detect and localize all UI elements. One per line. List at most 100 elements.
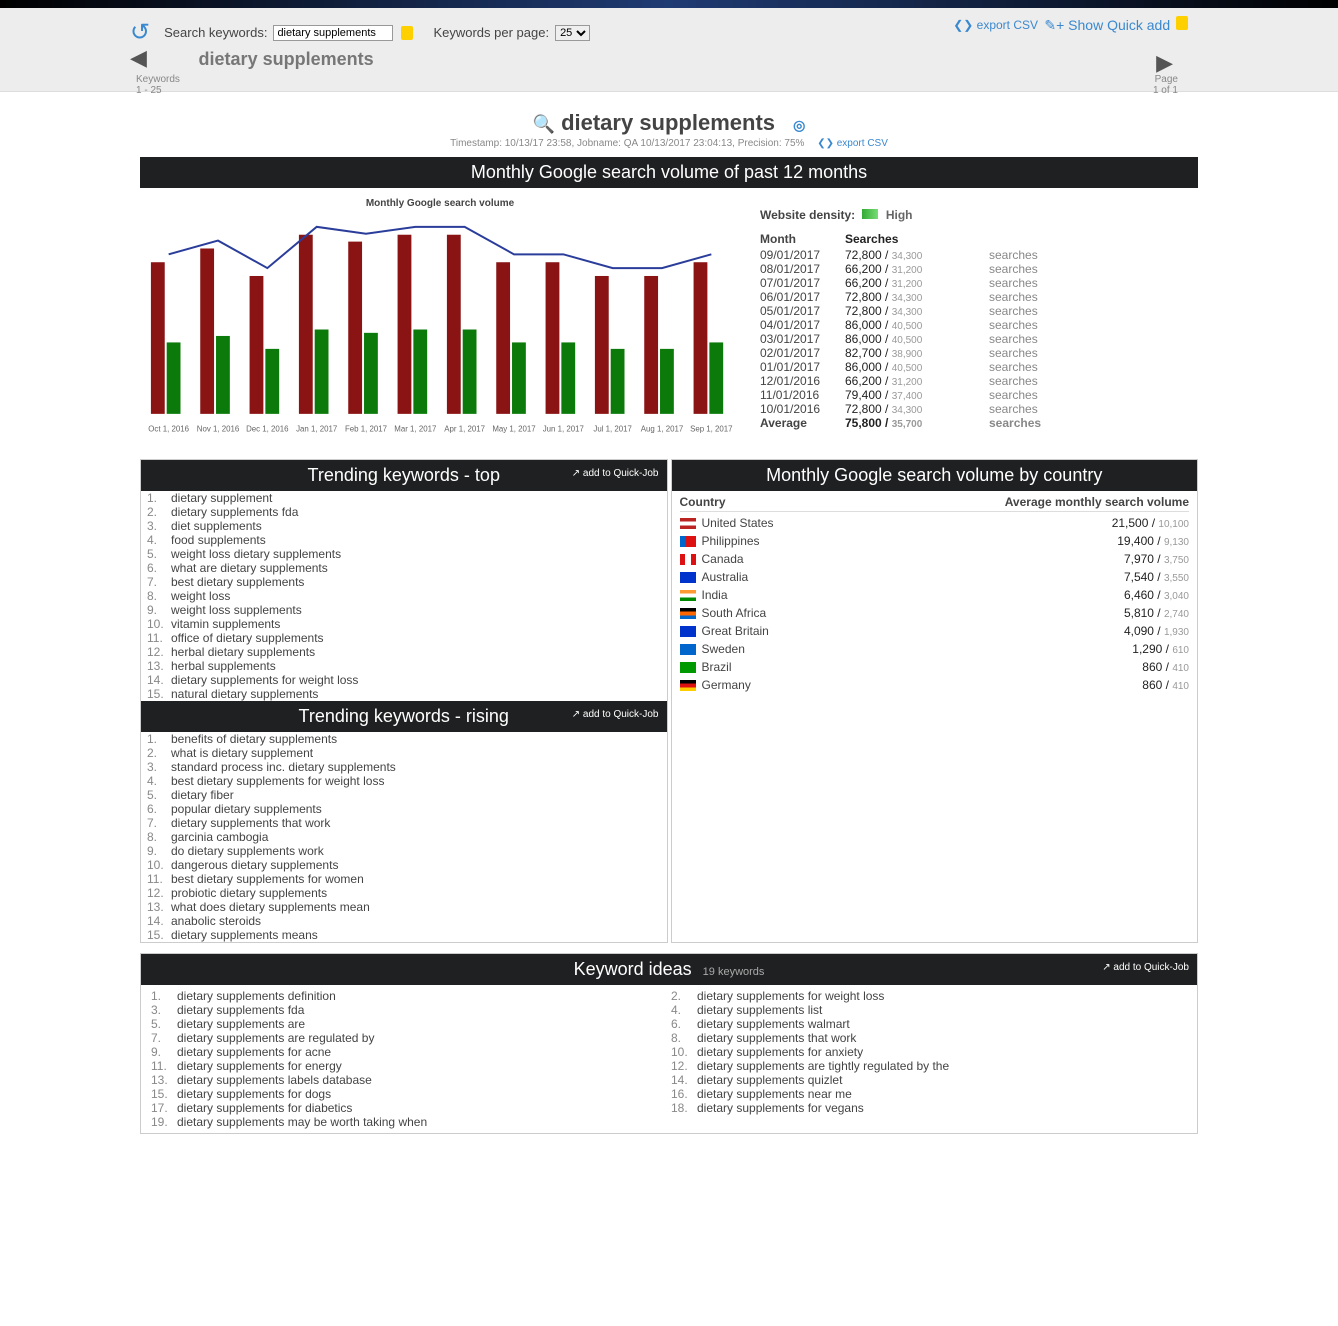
list-item[interactable]: 4.dietary supplements list: [669, 1003, 1189, 1017]
month-row: 12/01/201666,200 / 31,200searches: [760, 374, 1198, 388]
svg-text:Jun 1, 2017: Jun 1, 2017: [543, 425, 584, 434]
flag-icon: [680, 608, 696, 619]
detail-export-link[interactable]: ❮❯ export CSV: [817, 138, 888, 149]
list-item[interactable]: 2.dietary supplements for weight loss: [669, 989, 1189, 1003]
list-item[interactable]: 8.dietary supplements that work: [669, 1031, 1189, 1045]
svg-text:Aug 1, 2017: Aug 1, 2017: [641, 425, 683, 434]
keyword-title: dietary supplements: [199, 49, 374, 69]
perpage-label: Keywords per page:: [433, 25, 549, 40]
list-item[interactable]: 7.best dietary supplements: [141, 575, 667, 589]
list-item[interactable]: 10.dietary supplements for anxiety: [669, 1045, 1189, 1059]
trend-rising-list[interactable]: 1.benefits of dietary supplements2.what …: [141, 732, 667, 942]
svg-text:May 1, 2017: May 1, 2017: [492, 425, 535, 434]
list-item[interactable]: 14.anabolic steroids: [141, 914, 667, 928]
perpage-select[interactable]: 25: [555, 25, 590, 41]
list-item[interactable]: 13.what does dietary supplements mean: [141, 900, 667, 914]
list-item[interactable]: 3.standard process inc. dietary suppleme…: [141, 760, 667, 774]
target-icon[interactable]: ◎: [793, 117, 805, 133]
list-item[interactable]: 2.what is dietary supplement: [141, 746, 667, 760]
list-item[interactable]: 10.dangerous dietary supplements: [141, 858, 667, 872]
add-quickjob-rising[interactable]: ↗ add to Quick-Job: [572, 709, 659, 720]
flag-icon: [680, 572, 696, 583]
list-item[interactable]: 1.dietary supplement: [141, 491, 667, 505]
list-item[interactable]: 19.dietary supplements may be worth taki…: [149, 1115, 669, 1129]
list-item[interactable]: 1.benefits of dietary supplements: [141, 732, 667, 746]
country-row: South Africa5,810 / 2,740: [680, 604, 1190, 622]
share-icon: ❮❯: [817, 138, 837, 149]
list-item[interactable]: 3.diet supplements: [141, 519, 667, 533]
svg-text:Feb 1, 2017: Feb 1, 2017: [345, 425, 387, 434]
list-item[interactable]: 15.natural dietary supplements: [141, 687, 667, 701]
list-item[interactable]: 4.best dietary supplements for weight lo…: [141, 774, 667, 788]
list-item[interactable]: 5.weight loss dietary supplements: [141, 547, 667, 561]
month-row: 10/01/201672,800 / 34,300searches: [760, 402, 1198, 416]
list-item[interactable]: 13.dietary supplements labels database: [149, 1073, 669, 1087]
magnify-icon: [533, 110, 561, 135]
list-item[interactable]: 7.dietary supplements that work: [141, 816, 667, 830]
list-item[interactable]: 9.dietary supplements for acne: [149, 1045, 669, 1059]
flag-icon: [680, 536, 696, 547]
list-item[interactable]: 4.food supplements: [141, 533, 667, 547]
col-month: Month: [760, 232, 845, 246]
col-avg-volume: Average monthly search volume: [1005, 495, 1189, 509]
flag-icon: [680, 554, 696, 565]
page-count: Page 1 of 1: [1153, 74, 1178, 96]
list-item[interactable]: 5.dietary fiber: [141, 788, 667, 802]
density-label: Website density:: [760, 208, 855, 222]
list-item[interactable]: 11.best dietary supplements for women: [141, 872, 667, 886]
list-item[interactable]: 12.herbal dietary supplements: [141, 645, 667, 659]
list-item[interactable]: 11.dietary supplements for energy: [149, 1059, 669, 1073]
add-quickjob-ideas[interactable]: ↗ add to Quick-Job: [1102, 962, 1189, 973]
section-ideas-header: Keyword ideas 19 keywords ↗ add to Quick…: [141, 954, 1197, 985]
list-item[interactable]: 14.dietary supplements quizlet: [669, 1073, 1189, 1087]
list-item[interactable]: 5.dietary supplements are: [149, 1017, 669, 1031]
detail-title: dietary supplements ◎: [140, 110, 1198, 136]
list-item[interactable]: 9.weight loss supplements: [141, 603, 667, 617]
list-item[interactable]: 6.dietary supplements walmart: [669, 1017, 1189, 1031]
list-item[interactable]: 8.weight loss: [141, 589, 667, 603]
svg-text:Nov 1, 2016: Nov 1, 2016: [197, 425, 240, 434]
flag-icon: [680, 680, 696, 691]
flag-icon: [680, 626, 696, 637]
list-item[interactable]: 7.dietary supplements are regulated by: [149, 1031, 669, 1045]
list-item[interactable]: 1.dietary supplements definition: [149, 989, 669, 1003]
list-item[interactable]: 9.do dietary supplements work: [141, 844, 667, 858]
list-item[interactable]: 6.popular dietary supplements: [141, 802, 667, 816]
list-item[interactable]: 10.vitamin supplements: [141, 617, 667, 631]
list-item[interactable]: 13.herbal supplements: [141, 659, 667, 673]
refresh-icon[interactable]: ↺: [130, 18, 150, 47]
flag-icon: [680, 590, 696, 601]
detail-meta: Timestamp: 10/13/17 23:58, Jobname: QA 1…: [140, 138, 1198, 149]
list-item[interactable]: 15.dietary supplements for dogs: [149, 1087, 669, 1101]
list-item[interactable]: 12.probiotic dietary supplements: [141, 886, 667, 900]
section-trend-rising-header: Trending keywords - rising ↗ add to Quic…: [141, 701, 667, 732]
list-item[interactable]: 14.dietary supplements for weight loss: [141, 673, 667, 687]
month-row: 01/01/201786,000 / 40,500searches: [760, 360, 1198, 374]
list-item[interactable]: 16.dietary supplements near me: [669, 1087, 1189, 1101]
trend-top-list[interactable]: 1.dietary supplement2.dietary supplement…: [141, 491, 667, 701]
volume-side-table: Website density: High Month Searches 09/…: [760, 188, 1198, 449]
list-item[interactable]: 18.dietary supplements for vegans: [669, 1101, 1189, 1115]
country-row: Great Britain4,090 / 1,930: [680, 622, 1190, 640]
flag-icon: [680, 644, 696, 655]
country-row: Philippines19,400 / 9,130: [680, 532, 1190, 550]
list-item[interactable]: 3.dietary supplements fda: [149, 1003, 669, 1017]
prev-keyword-icon[interactable]: ◀: [130, 45, 147, 70]
month-row: 04/01/201786,000 / 40,500searches: [760, 318, 1198, 332]
list-item[interactable]: 2.dietary supplements fda: [141, 505, 667, 519]
list-item[interactable]: 6.what are dietary supplements: [141, 561, 667, 575]
country-row: Sweden1,290 / 610: [680, 640, 1190, 658]
list-item[interactable]: 11.office of dietary supplements: [141, 631, 667, 645]
list-item[interactable]: 8.garcinia cambogia: [141, 830, 667, 844]
section-country-header: Monthly Google search volume by country: [672, 460, 1198, 491]
svg-text:Apr 1, 2017: Apr 1, 2017: [444, 425, 485, 434]
search-input[interactable]: [273, 25, 393, 41]
add-quickjob-top[interactable]: ↗ add to Quick-Job: [572, 468, 659, 479]
show-quickadd-link[interactable]: ✎+ Show Quick add: [1044, 16, 1188, 34]
next-keyword-icon[interactable]: ▶: [1156, 50, 1173, 76]
chart-title: Monthly Google search volume: [144, 198, 736, 209]
list-item[interactable]: 15.dietary supplements means: [141, 928, 667, 942]
list-item[interactable]: 12.dietary supplements are tightly regul…: [669, 1059, 1189, 1073]
list-item[interactable]: 17.dietary supplements for diabetics: [149, 1101, 669, 1115]
export-csv-link[interactable]: ❮❯ export CSV: [953, 18, 1038, 32]
